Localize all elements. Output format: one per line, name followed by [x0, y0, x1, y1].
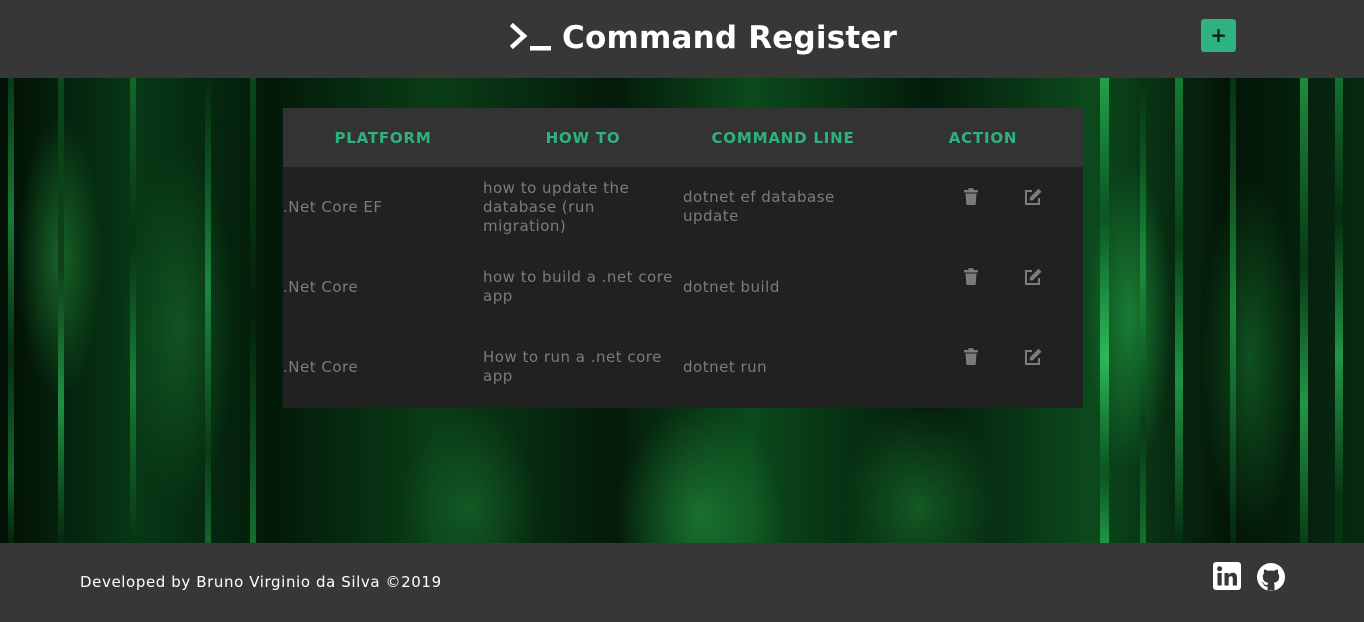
background-rain-column: [205, 78, 211, 543]
background-rain-column: [8, 78, 14, 543]
background-rain-column: [130, 78, 136, 543]
cell-platform: .Net Core: [283, 357, 359, 376]
background-rain-column: [1335, 78, 1343, 543]
column-header-action: ACTION: [948, 128, 1018, 147]
cell-how-to: How to run a .net core app: [483, 348, 662, 385]
background-rain-column: [1100, 78, 1109, 543]
cell-actions: [883, 247, 1083, 327]
app-header: Command Register +: [0, 0, 1364, 78]
table-row: .Net Core how to build a .net core app d…: [283, 247, 1083, 327]
cell-how-to: how to update the database (run migratio…: [483, 178, 630, 235]
trash-icon[interactable]: [961, 187, 981, 207]
add-command-button[interactable]: +: [1201, 19, 1236, 52]
background-rain-column: [1300, 78, 1308, 543]
column-header-how-to: HOW TO: [545, 128, 621, 147]
edit-icon[interactable]: [1023, 347, 1043, 367]
cell-platform: .Net Core: [283, 277, 359, 296]
commands-table-container: PLATFORM HOW TO COMMAND LINE ACTION .Net…: [283, 108, 1083, 408]
terminal-prompt-icon: [510, 23, 551, 51]
table-row: .Net Core How to run a .net core app dot…: [283, 327, 1083, 407]
background-rain-column: [1230, 78, 1236, 543]
brand: Command Register: [510, 18, 897, 58]
cell-how-to: how to build a .net core app: [483, 268, 673, 305]
background-rain-column: [1175, 78, 1183, 543]
page-title: Command Register: [562, 20, 898, 56]
edit-icon[interactable]: [1023, 187, 1043, 207]
app-footer: Developed by Bruno Virginio da Silva ©20…: [0, 543, 1364, 622]
background-rain-column: [1140, 78, 1146, 543]
trash-icon[interactable]: [961, 267, 981, 287]
cell-actions: [883, 327, 1083, 407]
table-row: .Net Core EF how to update the database …: [283, 167, 1083, 247]
cell-actions: [883, 167, 1083, 247]
cell-command: dotnet run: [683, 357, 768, 376]
linkedin-icon[interactable]: [1213, 562, 1241, 590]
column-header-platform: PLATFORM: [334, 128, 432, 147]
footer-credit: Developed by Bruno Virginio da Silva ©20…: [80, 573, 442, 591]
edit-icon[interactable]: [1023, 267, 1043, 287]
commands-table: PLATFORM HOW TO COMMAND LINE ACTION .Net…: [283, 108, 1083, 407]
cell-platform: .Net Core EF: [283, 197, 383, 216]
cell-command: dotnet ef database update: [683, 188, 835, 225]
cell-command: dotnet build: [683, 277, 780, 296]
column-header-command-line: COMMAND LINE: [711, 128, 855, 147]
table-header-row: PLATFORM HOW TO COMMAND LINE ACTION: [283, 108, 1083, 167]
trash-icon[interactable]: [961, 347, 981, 367]
background-rain-column: [250, 78, 256, 543]
background-rain-column: [58, 78, 64, 543]
github-icon[interactable]: [1256, 562, 1286, 592]
